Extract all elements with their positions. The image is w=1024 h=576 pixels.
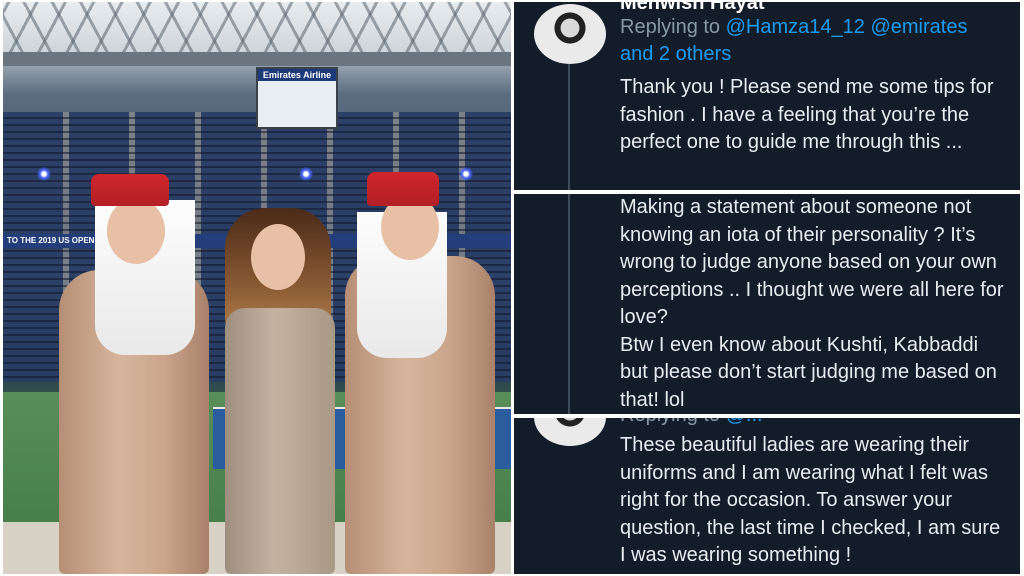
tweet-panel-2: Making a statement about someone not kno… [514,194,1020,414]
scoreboard-label: Emirates Airline [262,70,332,80]
thread-line [568,194,570,414]
scoreboard: Emirates Airline [256,67,338,129]
stadium-photo: Emirates Airline TO THE 2019 US OPEN [3,2,511,574]
stadium-light [37,167,51,181]
banner-text: TO THE 2019 US OPEN [7,236,95,245]
tweet-paragraph: Btw I even know about Kushti, Kabbaddi b… [620,333,997,411]
others-link[interactable]: and 2 others [620,43,731,65]
mention-link[interactable]: @emirates [870,16,967,38]
roof-beam [3,52,511,66]
mention-link[interactable]: @... [726,418,763,426]
thread-line [568,64,570,190]
reply-line: Replying to @... [620,418,763,427]
avatar[interactable] [534,418,606,446]
reply-line: Replying to @Hamza14_12 @emirates and 2 … [620,14,1010,68]
tweet-panel-1: Mehwish Hayat Replying to @Hamza14_12 @e… [514,2,1020,190]
tweet-text: These beautiful ladies are wearing their… [620,434,1001,566]
avatar[interactable] [534,4,606,64]
reply-prefix: Replying to [620,418,720,426]
stadium-light [459,167,473,181]
tweet-text: Thank you ! Please send me some tips for… [620,76,994,153]
tweet-paragraph: Making a statement about someone not kno… [620,196,1004,328]
tweet-panel-3: Replying to @... These beautiful ladies … [514,418,1020,574]
stadium-light [299,167,313,181]
mention-link[interactable]: @Hamza14_12 [726,16,865,38]
tweet-text: Making a statement about someone not kno… [620,194,1006,414]
reply-prefix: Replying to [620,16,721,38]
